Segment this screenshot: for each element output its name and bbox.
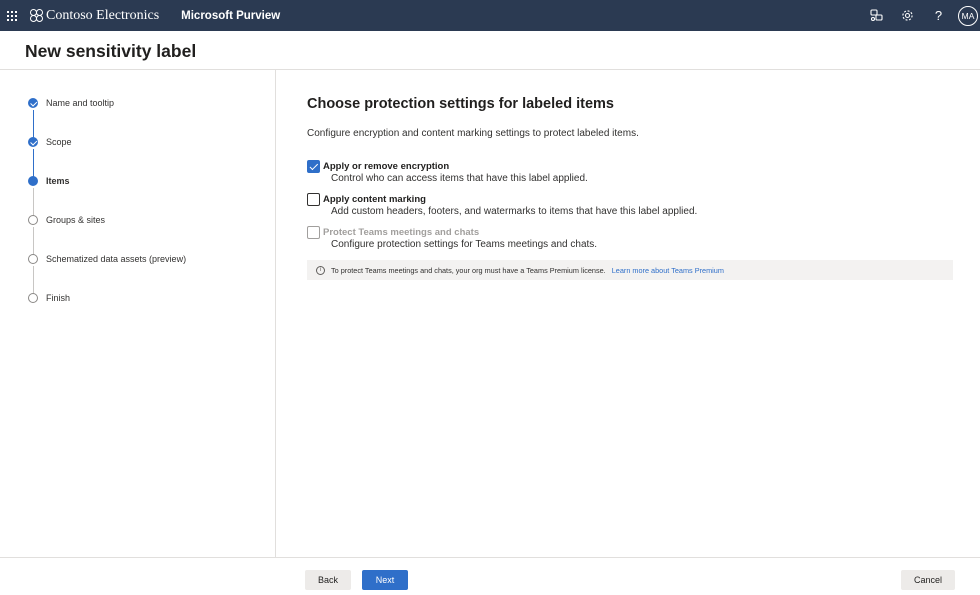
wizard-footer: Back Next Cancel <box>0 557 980 595</box>
step-completed-check-icon <box>28 137 38 147</box>
org-logo[interactable]: Contoso Electronics <box>30 8 159 24</box>
step-pending-icon <box>28 254 38 264</box>
step-finish: Finish <box>28 290 70 306</box>
step-name-and-tooltip[interactable]: Name and tooltip <box>28 95 114 111</box>
step-schematized-data-assets: Schematized data assets (preview) <box>28 251 186 267</box>
info-icon: i <box>316 265 325 275</box>
learn-more-teams-premium-link[interactable]: Learn more about Teams Premium <box>612 266 724 275</box>
step-groups-and-sites: Groups & sites <box>28 212 105 228</box>
section-description: Configure encryption and content marking… <box>307 128 639 139</box>
app-name[interactable]: Microsoft Purview <box>181 10 280 22</box>
step-label: Finish <box>46 293 71 303</box>
option-title: Protect Teams meetings and chats <box>323 227 480 238</box>
option-title: Apply or remove encryption <box>323 161 450 172</box>
settings-gear-icon[interactable] <box>892 0 923 31</box>
user-avatar[interactable]: MA <box>958 5 978 26</box>
info-message-bar: i To protect Teams meetings and chats, y… <box>307 260 953 280</box>
back-button[interactable]: Back <box>305 570 351 590</box>
encryption-checkbox[interactable] <box>307 160 320 173</box>
section-heading: Choose protection settings for labeled i… <box>307 96 614 112</box>
option-title: Apply content marking <box>323 194 426 205</box>
step-current-icon <box>28 176 38 186</box>
cancel-button[interactable]: Cancel <box>901 570 955 590</box>
app-launcher-icon[interactable] <box>0 0 24 31</box>
next-button[interactable]: Next <box>362 570 408 590</box>
step-scope[interactable]: Scope <box>28 134 72 150</box>
step-label: Name and tooltip <box>46 98 115 108</box>
step-completed-check-icon <box>28 98 38 108</box>
title-bar: New sensitivity label <box>0 31 980 70</box>
page-title: New sensitivity label <box>25 41 197 61</box>
org-name: Contoso Electronics <box>46 7 160 23</box>
help-icon[interactable]: ? <box>923 0 954 31</box>
step-label: Schematized data assets (preview) <box>46 254 187 264</box>
step-label: Groups & sites <box>46 215 106 225</box>
option-description: Control who can access items that have t… <box>331 173 588 184</box>
step-label: Items <box>46 176 70 186</box>
step-pending-icon <box>28 215 38 225</box>
info-text: To protect Teams meetings and chats, you… <box>331 265 606 275</box>
option-description: Add custom headers, footers, and waterma… <box>331 206 698 217</box>
contoso-logo-icon <box>30 8 44 23</box>
top-bar: Contoso Electronics Microsoft Purview ? … <box>0 0 980 31</box>
teams-meetings-checkbox <box>307 226 320 239</box>
step-label: Scope <box>46 137 72 147</box>
option-description: Configure protection settings for Teams … <box>331 239 598 250</box>
wizard-stepper: Name and tooltip Scope Items Groups & si… <box>0 70 276 558</box>
step-pending-icon <box>28 293 38 303</box>
step-items[interactable]: Items <box>28 173 70 189</box>
feedback-icon[interactable] <box>861 0 892 31</box>
content-marking-checkbox[interactable] <box>307 193 320 206</box>
